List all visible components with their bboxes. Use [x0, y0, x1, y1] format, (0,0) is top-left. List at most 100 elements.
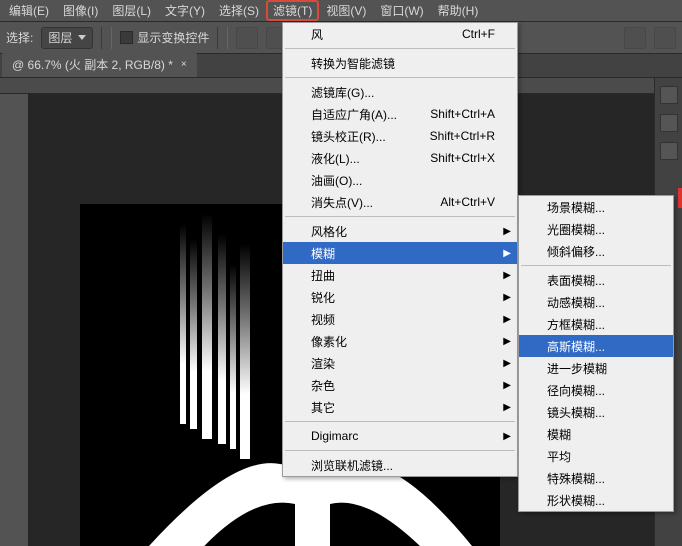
- menu-item[interactable]: 油画(O)...: [283, 169, 517, 191]
- menu-item-label: 特殊模糊...: [547, 470, 605, 487]
- menu-item-label: 动感模糊...: [547, 294, 605, 311]
- panel-accent: [678, 188, 682, 208]
- menu-item[interactable]: 滤镜库(G)...: [283, 81, 517, 103]
- menu-shortcut: Shift+Ctrl+X: [430, 151, 495, 165]
- menu-item[interactable]: 其它 ▶: [283, 396, 517, 418]
- panel-icon[interactable]: [660, 142, 678, 160]
- menu-item-label: 浏览联机滤镜...: [311, 457, 393, 474]
- separator: [227, 27, 228, 49]
- menu-item-label: 模糊: [547, 426, 571, 443]
- menu-item[interactable]: 平均: [519, 445, 673, 467]
- menu-item-label: 方框模糊...: [547, 316, 605, 333]
- menu-item-label: 高斯模糊...: [547, 338, 605, 355]
- show-transform-checkbox[interactable]: 显示变换控件: [120, 29, 209, 46]
- menu-item[interactable]: 帮助(H): [431, 0, 486, 21]
- menu-item[interactable]: 像素化▶: [283, 330, 517, 352]
- menu-item-label: 镜头模糊...: [547, 404, 605, 421]
- menu-item-label: 镜头校正(R)...: [311, 128, 386, 145]
- menu-item[interactable]: 视图(V): [319, 0, 373, 21]
- menu-divider: [521, 265, 671, 266]
- menu-item[interactable]: 动感模糊...: [519, 291, 673, 313]
- submenu-arrow-icon: ▶: [503, 226, 511, 237]
- separator: [111, 27, 112, 49]
- dropdown-value: 图层: [48, 29, 72, 46]
- menu-item-label: 自适应广角(A)...: [311, 106, 397, 123]
- submenu-arrow-icon: ▶: [503, 358, 511, 369]
- menu-item[interactable]: 转换为智能滤镜: [283, 52, 517, 74]
- menu-item-label: 表面模糊...: [547, 272, 605, 289]
- menu-item-label: 场景模糊...: [547, 199, 605, 216]
- menu-item-label: 视频: [311, 311, 335, 328]
- menu-item-label: 进一步模糊: [547, 360, 607, 377]
- menu-item[interactable]: 视频▶: [283, 308, 517, 330]
- menubar: 编辑(E)图像(I)图层(L)文字(Y)选择(S)滤镜(T)视图(V)窗口(W)…: [0, 0, 682, 22]
- document-tab[interactable]: @ 66.7% (火 副本 2, RGB/8) * ×: [2, 52, 197, 77]
- menu-item[interactable]: 镜头校正(R)... Shift+Ctrl+R: [283, 125, 517, 147]
- menu-item[interactable]: 径向模糊...: [519, 379, 673, 401]
- menu-item-label: 模糊: [311, 245, 335, 262]
- menu-item[interactable]: 表面模糊...: [519, 269, 673, 291]
- menu-item-label: 其它: [311, 399, 335, 416]
- menu-item[interactable]: 风格化 ▶: [283, 220, 517, 242]
- menu-shortcut: Ctrl+F: [462, 27, 495, 41]
- menu-item-label: 滤镜库(G)...: [311, 84, 374, 101]
- menu-item-label: 转换为智能滤镜: [311, 55, 395, 72]
- menu-item[interactable]: Digimarc▶: [283, 425, 517, 447]
- menu-item[interactable]: 场景模糊...: [519, 196, 673, 218]
- menu-item-label: Digimarc: [311, 429, 358, 443]
- checkbox-label: 显示变换控件: [137, 29, 209, 46]
- align-icon: [236, 27, 258, 49]
- submenu-arrow-icon: ▶: [503, 380, 511, 391]
- menu-item[interactable]: 进一步模糊: [519, 357, 673, 379]
- menu-item[interactable]: 锐化▶: [283, 286, 517, 308]
- menu-item-label: 液化(L)...: [311, 150, 360, 167]
- menu-item[interactable]: 图层(L): [105, 0, 158, 21]
- menu-item-label: 消失点(V)...: [311, 194, 373, 211]
- menu-item[interactable]: 模糊▶: [283, 242, 517, 264]
- menu-item[interactable]: 方框模糊...: [519, 313, 673, 335]
- menu-item[interactable]: 选择(S): [212, 0, 266, 21]
- menu-item[interactable]: 形状模糊...: [519, 489, 673, 511]
- menu-item[interactable]: 液化(L)... Shift+Ctrl+X: [283, 147, 517, 169]
- menu-item-label: 径向模糊...: [547, 382, 605, 399]
- menu-item[interactable]: 滤镜(T): [266, 0, 319, 21]
- menu-item[interactable]: 编辑(E): [2, 0, 56, 21]
- target-dropdown[interactable]: 图层: [41, 27, 93, 49]
- menu-item[interactable]: 风 Ctrl+F: [283, 23, 517, 45]
- filter-menu[interactable]: 风Ctrl+F转换为智能滤镜滤镜库(G)...自适应广角(A)...Shift+…: [282, 22, 518, 477]
- menu-item[interactable]: 特殊模糊...: [519, 467, 673, 489]
- tab-title: @ 66.7% (火 副本 2, RGB/8) *: [12, 56, 173, 73]
- menu-item[interactable]: 倾斜偏移...: [519, 240, 673, 262]
- blur-submenu[interactable]: 场景模糊... 光圈模糊... 倾斜偏移... 表面模糊... 动感模糊... 方框模糊.…: [518, 195, 674, 512]
- menu-item-label: 光圈模糊...: [547, 221, 605, 238]
- menu-item-label: 平均: [547, 448, 571, 465]
- menu-item[interactable]: 消失点(V)...Alt+Ctrl+V: [283, 191, 517, 213]
- menu-item[interactable]: 模糊: [519, 423, 673, 445]
- menu-item[interactable]: 高斯模糊...: [519, 335, 673, 357]
- menu-item-label: 倾斜偏移...: [547, 243, 605, 260]
- menu-item[interactable]: 扭曲▶: [283, 264, 517, 286]
- menu-item[interactable]: 光圈模糊...: [519, 218, 673, 240]
- menu-item-label: 风: [311, 26, 323, 43]
- menu-item[interactable]: 杂色▶: [283, 374, 517, 396]
- menu-item[interactable]: 浏览联机滤镜...: [283, 454, 517, 476]
- menu-item[interactable]: 图像(I): [56, 0, 105, 21]
- select-label: 选择:: [6, 29, 33, 46]
- menu-shortcut: Shift+Ctrl+R: [430, 129, 495, 143]
- close-icon[interactable]: ×: [181, 59, 187, 70]
- menu-item-label: 锐化: [311, 289, 335, 306]
- separator: [217, 27, 218, 49]
- menu-item-label: 风格化: [311, 223, 347, 240]
- menu-item[interactable]: 镜头模糊...: [519, 401, 673, 423]
- submenu-arrow-icon: ▶: [503, 270, 511, 281]
- menu-divider: [285, 216, 515, 217]
- menu-item[interactable]: 窗口(W): [373, 0, 430, 21]
- menu-item[interactable]: 渲染▶: [283, 352, 517, 374]
- menu-item[interactable]: 文字(Y): [158, 0, 212, 21]
- panel-icon[interactable]: [660, 86, 678, 104]
- menu-divider: [285, 450, 515, 451]
- menu-item[interactable]: 自适应广角(A)...Shift+Ctrl+A: [283, 103, 517, 125]
- menu-item-label: 油画(O)...: [311, 172, 362, 189]
- submenu-arrow-icon: ▶: [503, 402, 511, 413]
- panel-icon[interactable]: [660, 114, 678, 132]
